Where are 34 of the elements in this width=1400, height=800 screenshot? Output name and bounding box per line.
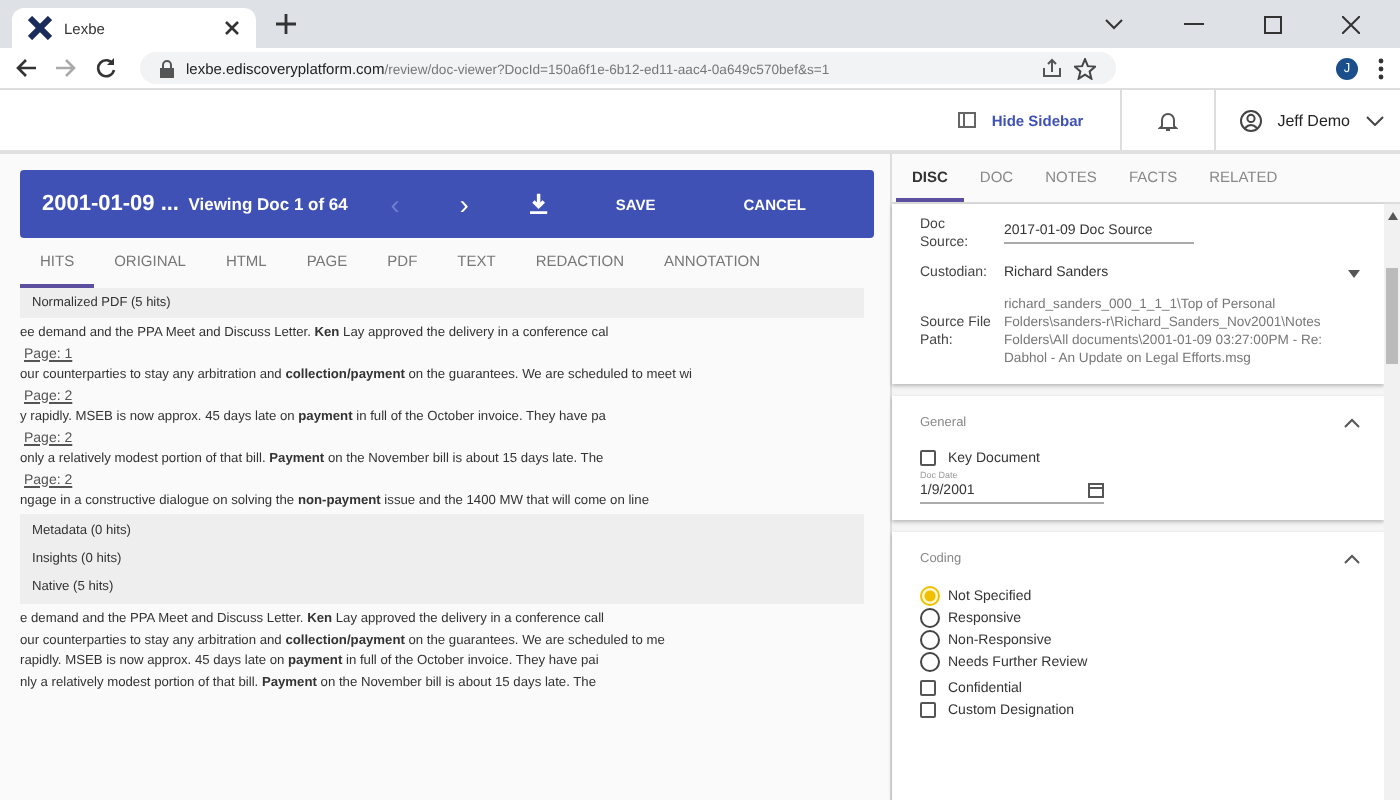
chevron-up-icon[interactable]: [1344, 418, 1360, 429]
user-icon: [1239, 109, 1262, 131]
more-icon[interactable]: [1378, 57, 1384, 79]
checkbox[interactable]: [920, 450, 936, 467]
share-icon[interactable]: [1042, 58, 1062, 78]
radio-button[interactable]: [920, 630, 940, 651]
sidebar-icon: [957, 112, 976, 128]
chevron-up-icon[interactable]: [1344, 554, 1360, 565]
close-icon[interactable]: [224, 20, 240, 36]
back-arrow-icon[interactable]: [16, 58, 36, 78]
checkbox[interactable]: [920, 702, 936, 719]
lock-icon: [160, 59, 174, 77]
scrollbar-thumb[interactable]: [1386, 268, 1398, 364]
radio-button[interactable]: [920, 608, 940, 629]
new-tab-icon[interactable]: [276, 14, 296, 34]
next-button[interactable]: ›: [429, 188, 499, 220]
checkbox[interactable]: [920, 680, 936, 697]
chevron-down-icon[interactable]: [1366, 115, 1384, 125]
radio-button[interactable]: [920, 652, 940, 673]
calendar-icon[interactable]: [1088, 482, 1104, 499]
star-icon[interactable]: [1074, 57, 1096, 79]
doc-counter: Viewing Doc 1 of 64: [188, 194, 350, 214]
download-icon[interactable]: [530, 192, 548, 216]
reload-icon[interactable]: [96, 58, 116, 78]
logo-icon: [28, 16, 52, 40]
bell-icon[interactable]: [1157, 109, 1178, 131]
minimize-icon[interactable]: [1184, 22, 1204, 26]
maximize-icon[interactable]: [1264, 15, 1282, 33]
user-menu[interactable]: Jeff Demo: [1277, 111, 1350, 129]
document-title: 2001-01-09 ...: [42, 192, 181, 216]
dropdown-icon[interactable]: [1348, 269, 1360, 278]
scroll-up-icon[interactable]: [1387, 212, 1397, 220]
close-icon[interactable]: [1342, 15, 1360, 33]
chevron-down-icon[interactable]: [1104, 18, 1124, 30]
